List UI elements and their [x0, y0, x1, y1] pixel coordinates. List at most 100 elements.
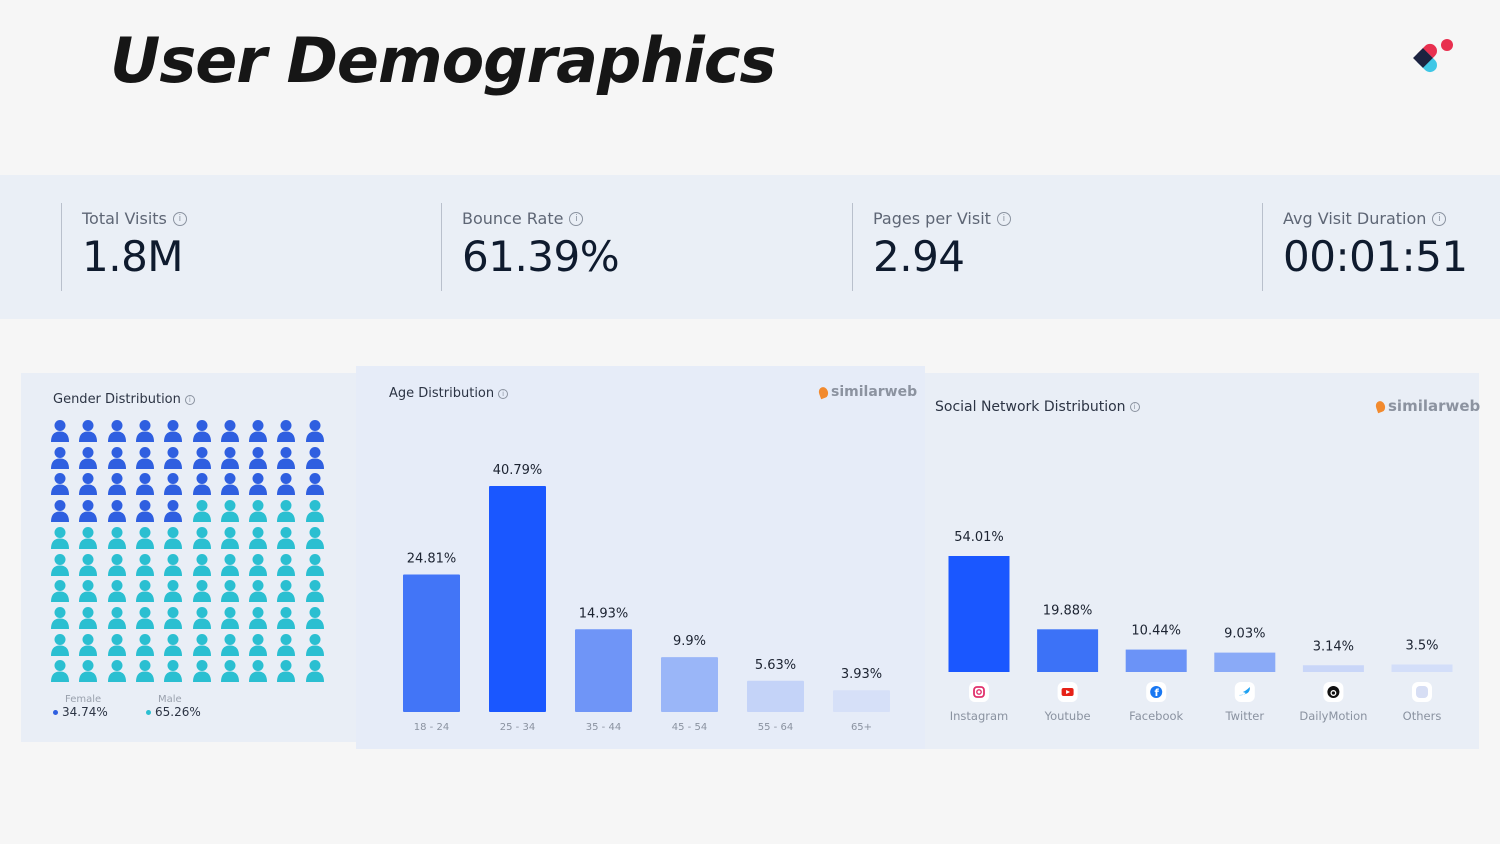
social-bar[interactable]	[1302, 665, 1364, 672]
age-bar[interactable]	[661, 657, 718, 712]
legend-dot	[53, 709, 58, 715]
person-icon	[277, 606, 296, 629]
person-icon	[164, 500, 183, 523]
age-category-label: 25 - 34	[500, 722, 535, 733]
person-icon	[305, 580, 324, 603]
brand-logo-icon	[1413, 39, 1453, 73]
social-bar[interactable]	[1391, 664, 1453, 672]
age-bar-chart: 24.81% 18 - 24 40.79% 25 - 34 14.93% 35 - 44 9…	[403, 463, 890, 733]
person-icon	[192, 580, 211, 603]
person-icon	[220, 420, 239, 442]
person-icon	[192, 473, 211, 496]
person-icon	[249, 633, 268, 656]
person-icon	[135, 500, 154, 523]
person-icon	[249, 606, 268, 629]
person-icon	[135, 553, 154, 576]
social-bar-chart: 54.01% Instagram 19.88% Youtube 10.44% f Faceb…	[948, 530, 1453, 723]
person-icon	[51, 420, 69, 442]
legend-female: Female 34.74%	[53, 694, 108, 719]
person-icon	[305, 606, 324, 629]
social-bar[interactable]	[1037, 629, 1099, 672]
person-icon	[51, 633, 69, 656]
stat-value: 61.39%	[462, 232, 620, 281]
person-icon	[79, 660, 98, 683]
person-icon	[164, 420, 183, 442]
age-category-label: 65+	[851, 722, 872, 733]
person-icon	[220, 446, 239, 469]
person-icon	[305, 526, 324, 549]
person-icon	[249, 553, 268, 576]
person-icon	[164, 606, 183, 629]
age-bar-value-label: 40.79%	[493, 463, 543, 478]
social-bar-value-label: 9.03%	[1224, 627, 1265, 642]
legend-dot	[146, 709, 151, 715]
person-icon	[107, 500, 126, 523]
stat-value: 2.94	[873, 232, 965, 281]
instagram-icon	[969, 682, 989, 702]
info-icon[interactable]: i	[996, 211, 1011, 226]
social-bar-value-label: 19.88%	[1043, 603, 1093, 618]
social-bar[interactable]	[948, 556, 1010, 672]
info-icon[interactable]: i	[184, 394, 195, 405]
social-bar[interactable]	[1214, 652, 1276, 672]
age-category-label: 35 - 44	[586, 722, 621, 733]
age-bar-value-label: 9.9%	[673, 634, 706, 649]
age-bar[interactable]	[489, 486, 546, 712]
person-icon	[79, 473, 98, 496]
age-bar[interactable]	[747, 680, 804, 712]
person-icon	[277, 473, 296, 496]
social-bar-value-label: 3.14%	[1313, 639, 1354, 654]
person-icon	[192, 553, 211, 576]
person-icon	[220, 500, 239, 523]
person-icon	[164, 580, 183, 603]
person-icon	[135, 606, 154, 629]
dailymotion-icon	[1323, 682, 1344, 702]
person-icon	[107, 446, 126, 469]
stat-avg-visit-duration: Avg Visit Duration i 00:01:51	[1262, 203, 1468, 291]
age-bar-value-label: 5.63%	[755, 658, 796, 673]
person-icon	[79, 446, 98, 469]
stat-label: Total Visits	[82, 209, 167, 228]
person-icon	[305, 553, 324, 576]
person-icon	[79, 633, 98, 656]
info-icon[interactable]: i	[172, 211, 187, 226]
gender-distribution-panel: Gender Distribution i Female 34.74% Male …	[21, 373, 357, 742]
person-icon	[51, 473, 69, 496]
person-icon	[192, 526, 211, 549]
person-icon	[277, 553, 296, 576]
person-icon	[249, 660, 268, 683]
social-distribution-panel: Social Network Distribution i similarweb …	[925, 373, 1480, 749]
person-icon	[192, 660, 211, 683]
person-icon	[164, 446, 183, 469]
person-icon	[107, 606, 126, 629]
social-category-label: Facebook	[1129, 709, 1183, 723]
person-icon	[164, 553, 183, 576]
person-icon	[107, 420, 126, 442]
info-icon[interactable]: i	[569, 211, 584, 226]
svg-text:f: f	[1155, 688, 1160, 699]
age-bar-value-label: 14.93%	[579, 606, 629, 621]
person-icon	[51, 553, 69, 576]
others-icon	[1412, 682, 1432, 702]
twitter-icon	[1234, 682, 1255, 702]
person-icon	[192, 606, 211, 629]
social-bar[interactable]	[1125, 649, 1187, 672]
info-icon[interactable]: i	[1432, 211, 1447, 226]
age-bar[interactable]	[833, 690, 890, 712]
age-category-label: 45 - 54	[672, 722, 707, 733]
person-icon	[164, 633, 183, 656]
person-icon	[51, 660, 69, 683]
person-icon	[249, 500, 268, 523]
person-icon	[107, 526, 126, 549]
stat-value: 00:01:51	[1283, 232, 1468, 281]
person-icon	[249, 420, 268, 442]
person-icon	[305, 633, 324, 656]
age-bar[interactable]	[575, 629, 632, 712]
stat-label: Bounce Rate	[462, 209, 564, 228]
stats-bar: Total Visits i 1.8M Bounce Rate i 61.39% P…	[0, 175, 1500, 319]
person-icon	[79, 553, 98, 576]
person-icon	[107, 660, 126, 683]
person-icon	[135, 446, 154, 469]
age-bar[interactable]	[403, 574, 460, 712]
stat-total-visits: Total Visits i 1.8M	[61, 203, 187, 291]
